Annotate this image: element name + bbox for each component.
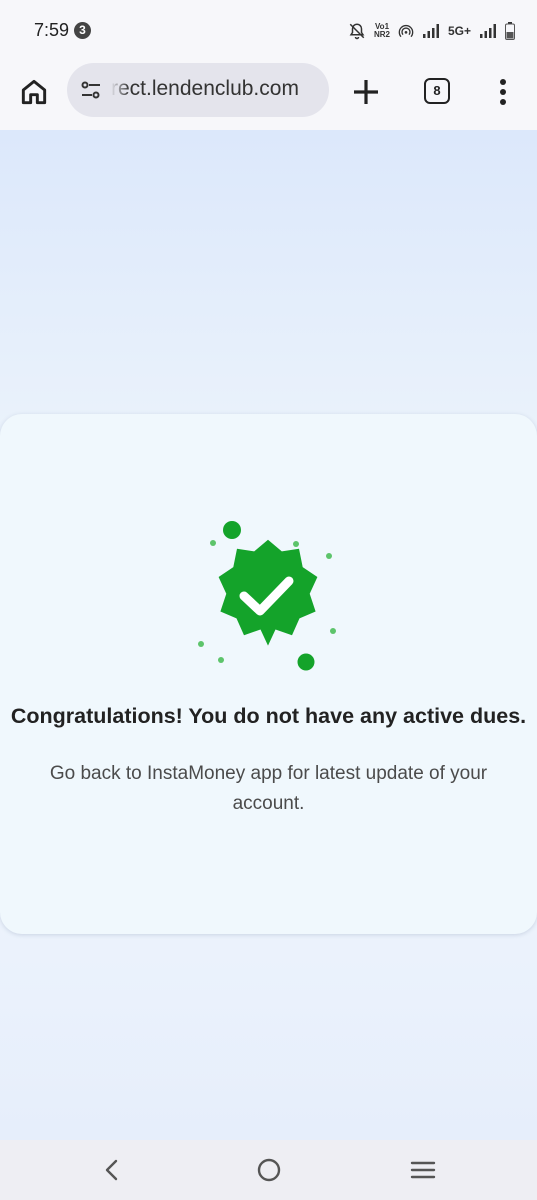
success-card: Congratulations! You do not have any act… <box>0 414 537 934</box>
verified-check-icon <box>198 521 336 671</box>
more-vert-icon[interactable] <box>490 76 516 108</box>
url-fade <box>111 63 129 117</box>
volte-bottom-label: NR2 <box>373 30 390 39</box>
page-subtitle: Go back to InstaMoney app for latest upd… <box>49 763 488 814</box>
hotspot-icon <box>398 25 414 38</box>
url-text[interactable]: rect.lendenclub.com <box>111 77 299 101</box>
page-title: Congratulations! You do not have any act… <box>10 704 527 728</box>
site-settings-icon[interactable] <box>79 78 103 102</box>
plus-icon[interactable] <box>350 76 382 108</box>
volte-icon: Vo1 NR2 <box>374 23 390 39</box>
page-content: Congratulations! You do not have any act… <box>0 130 537 1140</box>
signal-icon <box>422 24 439 38</box>
recents-icon[interactable] <box>408 1156 438 1184</box>
status-time: 7:59 <box>34 20 70 40</box>
system-nav-bar <box>0 1140 537 1200</box>
home-icon[interactable] <box>18 76 50 108</box>
mute-icon <box>349 23 365 40</box>
signal-icon <box>480 24 496 38</box>
browser-toolbar: rect.lendenclub.com 8 <box>0 62 537 130</box>
network-type-label: 5G+ <box>447 24 471 38</box>
notification-count-badge: 3 <box>74 22 91 39</box>
back-icon[interactable] <box>98 1156 126 1184</box>
battery-icon <box>505 22 515 40</box>
status-icons: Vo1 NR2 5G+ <box>348 20 515 42</box>
tab-switcher-button[interactable]: 8 <box>424 78 450 104</box>
home-circle-icon[interactable] <box>255 1156 283 1184</box>
status-bar: 7:59 3 Vo1 NR2 5G+ <box>0 0 537 62</box>
address-bar[interactable]: rect.lendenclub.com <box>67 63 329 117</box>
